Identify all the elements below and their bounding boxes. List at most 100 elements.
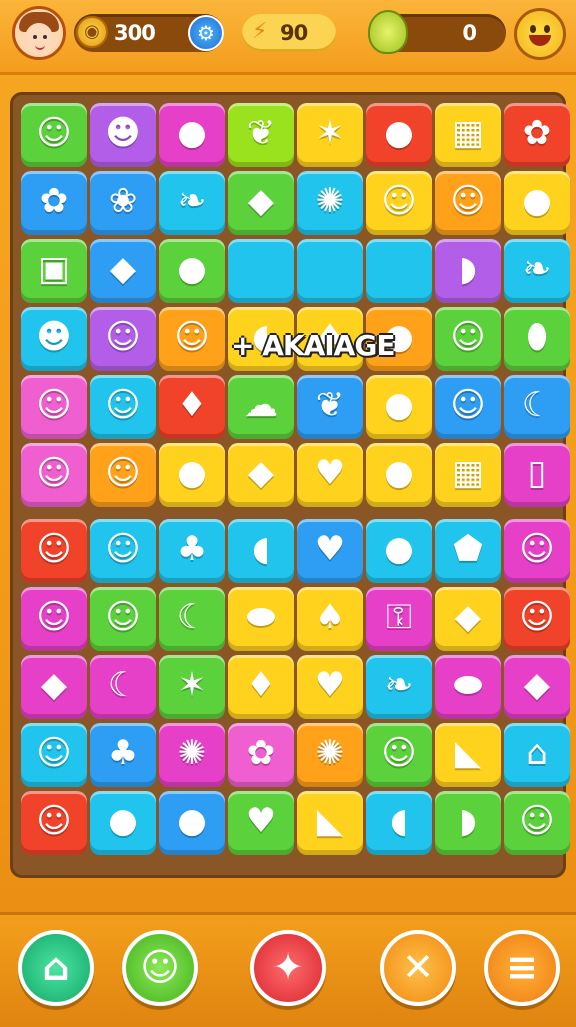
tile-r8-c6[interactable]: ⚿ bbox=[366, 587, 432, 651]
tile-r8-c2[interactable]: ☺ bbox=[90, 587, 156, 651]
tile-r8-c1[interactable]: ☺ bbox=[21, 587, 87, 651]
tile-r5-c8[interactable]: ☾ bbox=[504, 375, 570, 439]
tile-r3-c3[interactable]: ● bbox=[159, 239, 225, 303]
tile-r10-c1[interactable]: ☺ bbox=[21, 723, 87, 787]
tile-r11-c7[interactable]: ◗ bbox=[435, 791, 501, 855]
tile-r9-c4[interactable]: ♦ bbox=[228, 655, 294, 719]
bone-button[interactable]: ✦ bbox=[250, 930, 326, 1006]
tile-r11-c1[interactable]: ☺ bbox=[21, 791, 87, 855]
tile-r6-c6[interactable]: ● bbox=[366, 443, 432, 507]
tile-r11-c8[interactable]: ☺ bbox=[504, 791, 570, 855]
tile-r9-c5[interactable]: ♥ bbox=[297, 655, 363, 719]
tile-r2-c5[interactable]: ✺ bbox=[297, 171, 363, 235]
tile-r2-c1[interactable]: ✿ bbox=[21, 171, 87, 235]
tile-r3-c1[interactable]: ▣ bbox=[21, 239, 87, 303]
tile-r7-c7[interactable]: ⬟ bbox=[435, 519, 501, 583]
tile-r11-c6[interactable]: ◖ bbox=[366, 791, 432, 855]
menu-icon: ≡ bbox=[506, 945, 538, 989]
tile-r5-c7[interactable]: ☺ bbox=[435, 375, 501, 439]
tile-r7-c6[interactable]: ● bbox=[366, 519, 432, 583]
tile-r2-c2[interactable]: ❀ bbox=[90, 171, 156, 235]
tile-r1-c2[interactable]: ☻ bbox=[90, 103, 156, 167]
tile-r11-c2[interactable]: ● bbox=[90, 791, 156, 855]
player-avatar[interactable] bbox=[12, 6, 66, 60]
tile-r8-c8[interactable]: ☺ bbox=[504, 587, 570, 651]
home-button[interactable]: ⌂ bbox=[18, 930, 94, 1006]
tile-r7-c1[interactable]: ☺ bbox=[21, 519, 87, 583]
tile-r4-c2[interactable]: ☺ bbox=[90, 307, 156, 371]
tile-r8-c3[interactable]: ☾ bbox=[159, 587, 225, 651]
tile-r2-c8[interactable]: ● bbox=[504, 171, 570, 235]
pumpkin-icon: ☺ bbox=[381, 733, 417, 773]
strawberry-icon: ♥ bbox=[314, 453, 346, 493]
menu-button[interactable]: ≡ bbox=[484, 930, 560, 1006]
tile-r3-c7[interactable]: ◗ bbox=[435, 239, 501, 303]
tile-r8-c5[interactable]: ♠ bbox=[297, 587, 363, 651]
tile-r1-c7[interactable]: ▦ bbox=[435, 103, 501, 167]
tile-r10-c5[interactable]: ✺ bbox=[297, 723, 363, 787]
tile-r6-c2[interactable]: ☺ bbox=[90, 443, 156, 507]
tile-r8-c7[interactable]: ◆ bbox=[435, 587, 501, 651]
pepper-icon: ♦ bbox=[176, 385, 208, 425]
tile-r2-c7[interactable]: ☺ bbox=[435, 171, 501, 235]
tile-r5-c1[interactable]: ☺ bbox=[21, 375, 87, 439]
tile-r6-c4[interactable]: ◆ bbox=[228, 443, 294, 507]
tile-r3-c6[interactable] bbox=[366, 239, 432, 303]
tile-r10-c4[interactable]: ✿ bbox=[228, 723, 294, 787]
tile-r10-c3[interactable]: ✺ bbox=[159, 723, 225, 787]
yam-icon: ◆ bbox=[454, 597, 482, 637]
tile-r5-c4[interactable]: ☁ bbox=[228, 375, 294, 439]
tile-r6-c5[interactable]: ♥ bbox=[297, 443, 363, 507]
tile-r2-c6[interactable]: ☺ bbox=[366, 171, 432, 235]
tile-r3-c8[interactable]: ❧ bbox=[504, 239, 570, 303]
tile-r7-c5[interactable]: ♥ bbox=[297, 519, 363, 583]
tile-r10-c6[interactable]: ☺ bbox=[366, 723, 432, 787]
tile-r5-c5[interactable]: ❦ bbox=[297, 375, 363, 439]
smiley-button[interactable] bbox=[514, 8, 566, 60]
tile-r9-c2[interactable]: ☾ bbox=[90, 655, 156, 719]
tile-r7-c4[interactable]: ◖ bbox=[228, 519, 294, 583]
smile-icon: ☺ bbox=[519, 801, 555, 841]
tile-r6-c7[interactable]: ▦ bbox=[435, 443, 501, 507]
tile-r8-c4[interactable]: ⬬ bbox=[228, 587, 294, 651]
tile-r10-c2[interactable]: ♣ bbox=[90, 723, 156, 787]
tile-r6-c1[interactable]: ☺ bbox=[21, 443, 87, 507]
tile-r5-c3[interactable]: ♦ bbox=[159, 375, 225, 439]
tile-r10-c7[interactable]: ◣ bbox=[435, 723, 501, 787]
tile-r1-c5[interactable]: ✶ bbox=[297, 103, 363, 167]
tile-r9-c6[interactable]: ❧ bbox=[366, 655, 432, 719]
tile-r3-c5[interactable] bbox=[297, 239, 363, 303]
gear-icon[interactable]: ⚙ bbox=[188, 15, 224, 51]
tile-r5-c6[interactable]: ● bbox=[366, 375, 432, 439]
pet-button[interactable]: ☺ bbox=[122, 930, 198, 1006]
close-button[interactable]: ✕ bbox=[380, 930, 456, 1006]
tile-r2-c4[interactable]: ◆ bbox=[228, 171, 294, 235]
tile-r7-c2[interactable]: ☺ bbox=[90, 519, 156, 583]
tile-r3-c2[interactable]: ◆ bbox=[90, 239, 156, 303]
tile-r11-c3[interactable]: ● bbox=[159, 791, 225, 855]
smile-icon: ☺ bbox=[36, 733, 72, 773]
tile-r6-c8[interactable]: ▯ bbox=[504, 443, 570, 507]
tile-r4-c3[interactable]: ☺ bbox=[159, 307, 225, 371]
tile-r9-c7[interactable]: ⬬ bbox=[435, 655, 501, 719]
tile-r7-c8[interactable]: ☺ bbox=[504, 519, 570, 583]
tile-r5-c2[interactable]: ☺ bbox=[90, 375, 156, 439]
tile-r1-c6[interactable]: ● bbox=[366, 103, 432, 167]
tile-r1-c8[interactable]: ✿ bbox=[504, 103, 570, 167]
tile-r2-c3[interactable]: ❧ bbox=[159, 171, 225, 235]
tile-r1-c3[interactable]: ● bbox=[159, 103, 225, 167]
tile-r9-c3[interactable]: ✶ bbox=[159, 655, 225, 719]
tile-r10-c8[interactable]: ⌂ bbox=[504, 723, 570, 787]
tile-r4-c8[interactable]: ⬮ bbox=[504, 307, 570, 371]
tile-r11-c5[interactable]: ◣ bbox=[297, 791, 363, 855]
tile-r7-c3[interactable]: ♣ bbox=[159, 519, 225, 583]
tile-r9-c1[interactable]: ◆ bbox=[21, 655, 87, 719]
tile-r11-c4[interactable]: ♥ bbox=[228, 791, 294, 855]
tile-r4-c7[interactable]: ☺ bbox=[435, 307, 501, 371]
tile-r3-c4[interactable] bbox=[228, 239, 294, 303]
tile-r6-c3[interactable]: ● bbox=[159, 443, 225, 507]
tile-r9-c8[interactable]: ◆ bbox=[504, 655, 570, 719]
tile-r4-c1[interactable]: ☻ bbox=[21, 307, 87, 371]
tile-r1-c1[interactable]: ☺ bbox=[21, 103, 87, 167]
tile-r1-c4[interactable]: ❦ bbox=[228, 103, 294, 167]
